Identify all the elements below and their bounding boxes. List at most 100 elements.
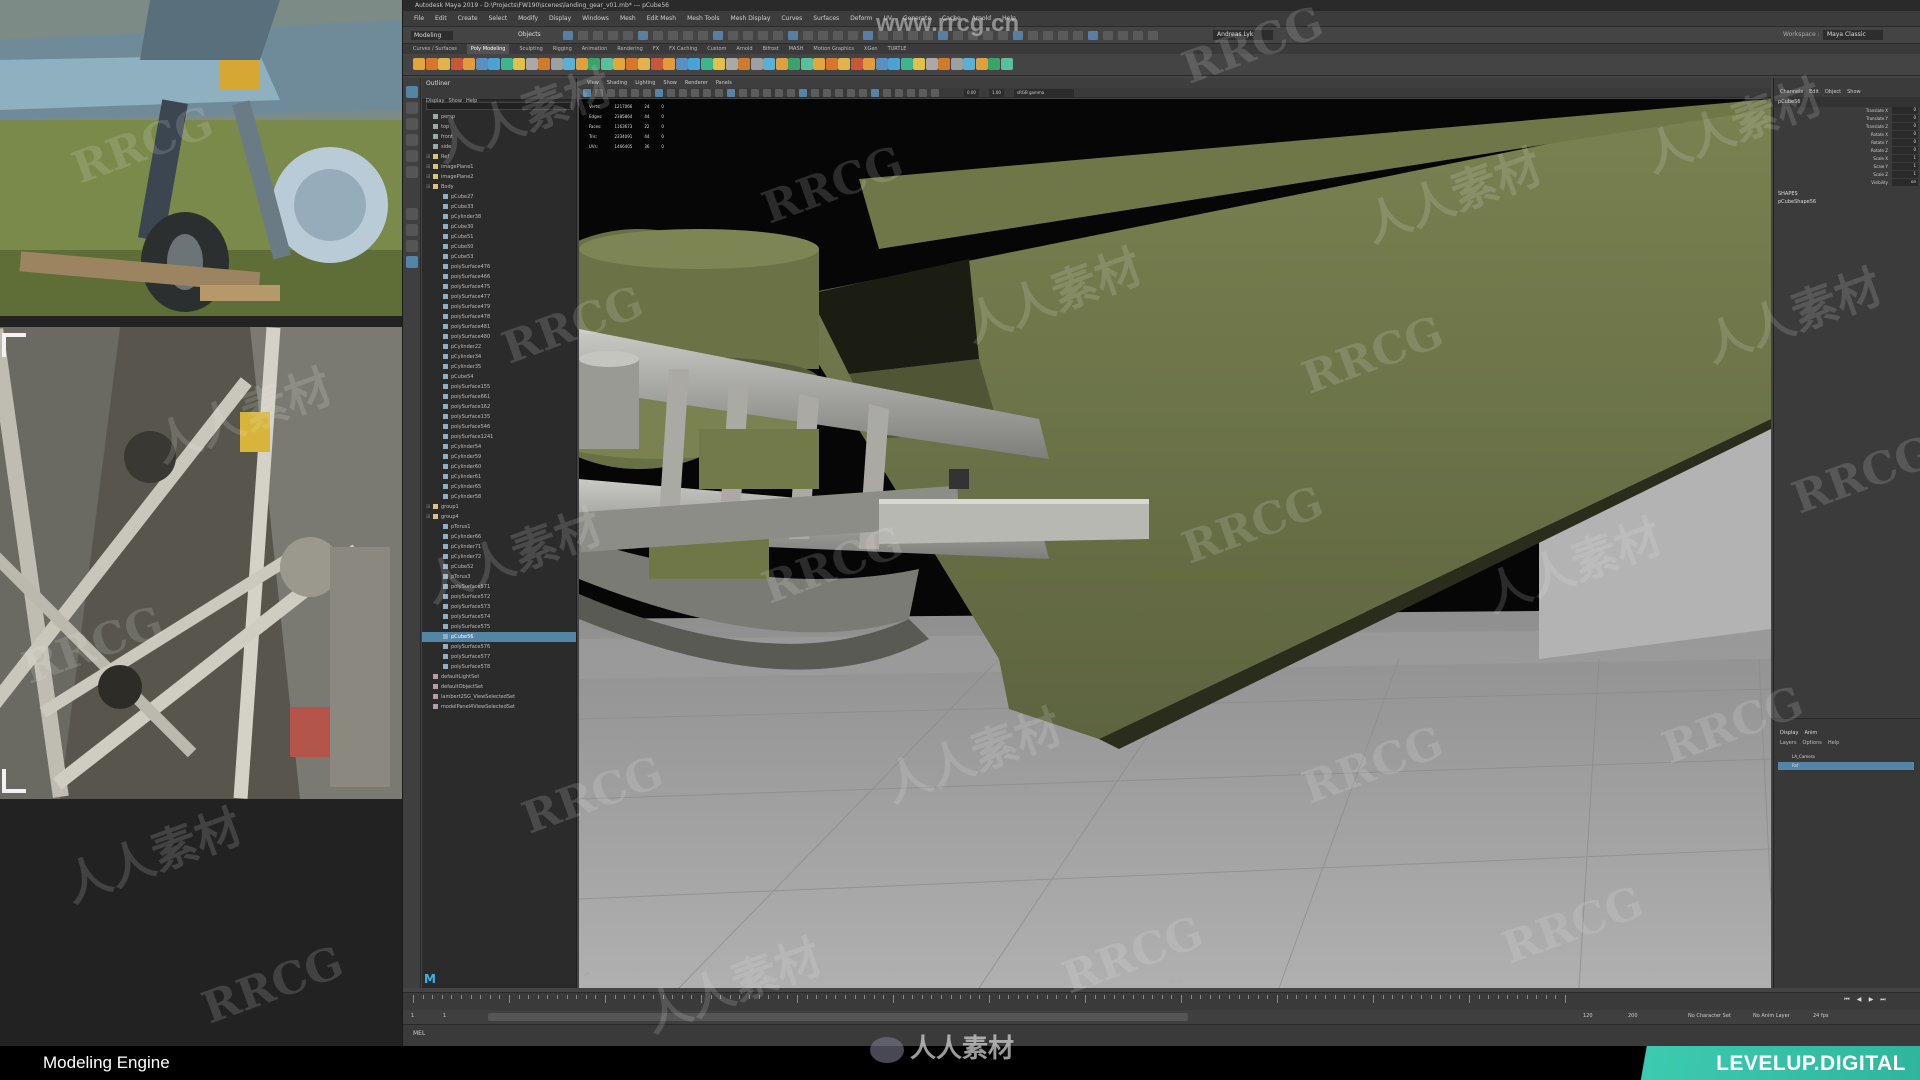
shelf-tool-icon[interactable] [438,58,450,70]
outliner-item[interactable]: persp [422,112,576,122]
viewport-toolbar-icon[interactable] [619,89,627,97]
status-line-tool-icon[interactable] [1103,31,1113,40]
status-line-tool-icon[interactable] [998,31,1008,40]
status-line-tool-icon[interactable] [863,31,873,40]
shelf-tab-curves-surfaces[interactable]: Curves / Surfaces [413,44,457,54]
viewport-toolbar-icon[interactable] [667,89,675,97]
viewport-menu-show[interactable]: Show [663,78,677,88]
channel-value-field[interactable]: 1 [1892,155,1918,162]
shelf-tool-icon[interactable] [525,58,538,70]
channel-tab-object[interactable]: Object [1825,89,1841,95]
shelf-tab-xgen[interactable]: XGen [864,44,878,54]
menu-generate[interactable]: Generate [903,11,931,27]
shelf-tool-icon[interactable] [838,58,850,70]
channel-row[interactable]: Rotate Z 0 [1774,147,1920,155]
shelf-tab-rigging[interactable]: Rigging [553,44,572,54]
gamma-field[interactable]: 1.00 [989,89,1004,97]
play-forward-icon[interactable]: ▶ [1867,996,1875,1004]
outliner-item[interactable]: polySurface135 [422,412,576,422]
layer-row[interactable]: LA_Camera [1778,753,1914,761]
shelf-tool-icon[interactable] [463,58,475,70]
viewport-menu-lighting[interactable]: Lighting [635,78,655,88]
viewport-menu-panels[interactable]: Panels [716,78,732,88]
outliner-item[interactable]: defaultLightSet [422,672,576,682]
channel-tab-show[interactable]: Show [1847,89,1861,95]
status-line-tool-icon[interactable] [653,31,663,40]
status-line-tool-icon[interactable] [713,31,723,40]
outliner-item[interactable]: polySurface1241 [422,432,576,442]
outliner-item[interactable]: polySurface155 [422,382,576,392]
outliner-menu-help[interactable]: Help [466,98,477,104]
viewport-toolbar-icon[interactable] [763,89,771,97]
shelf-tool-icon[interactable] [913,58,925,70]
shelf-tool-icon[interactable] [488,58,500,70]
shelf-tool-icon[interactable] [613,58,625,70]
shelf-tool-icon[interactable] [663,58,675,70]
status-line-tool-icon[interactable] [683,31,693,40]
menu-display[interactable]: Display [549,11,571,27]
outliner-item[interactable]: pCylinder60 [422,462,576,472]
shelf-tool-icon[interactable] [788,58,800,70]
menu-help[interactable]: Help [1002,11,1016,27]
lasso-tool-icon[interactable] [406,102,418,114]
layer-menu-layers[interactable]: Layers [1780,740,1797,746]
objects-label[interactable]: Objects [518,31,541,38]
channel-value-field[interactable]: 0 [1892,147,1918,154]
viewport-toolbar-icon[interactable] [679,89,687,97]
viewport-toolbar-icon[interactable] [691,89,699,97]
range-slider[interactable]: 1 1 120 200 No Character Set No Anim Lay… [403,1010,1920,1024]
scale-tool-icon[interactable] [406,166,418,178]
channel-value-field[interactable]: 0 [1892,123,1918,130]
channel-value-field[interactable]: 0 [1892,139,1918,146]
shelf-tool-icon[interactable] [713,58,725,70]
shelf-tool-icon[interactable] [625,58,638,70]
menu-deform[interactable]: Deform [850,11,872,27]
shelf-tool-icon[interactable] [988,58,1000,70]
shelf-tab-fx[interactable]: FX [653,44,659,54]
3d-viewport[interactable]: Verts: 1217066 24 0 Edges: 2385864 44 0 Faces: 11… [579,99,1771,988]
outliner-item[interactable]: pCube51 [422,232,576,242]
menu-create[interactable]: Create [458,11,478,27]
shelf-tool-icon[interactable] [775,58,788,70]
status-line-tool-icon[interactable] [788,31,798,40]
shelf-tool-icon[interactable] [900,58,913,70]
viewport-toolbar-icon[interactable] [655,89,663,97]
shelf-tool-icon[interactable] [425,58,438,70]
viewport-toolbar-icon[interactable] [787,89,795,97]
shelf-tab-poly-modeling[interactable]: Poly Modeling [466,44,510,54]
shelf-tool-icon[interactable] [825,58,838,70]
range-max-field[interactable]: 200 [1628,1013,1638,1019]
shelf-tool-icon[interactable] [475,58,488,70]
status-line-tool-icon[interactable] [833,31,843,40]
fps-dropdown[interactable]: 24 fps [1813,1013,1829,1019]
expand-arrow-icon[interactable]: ⊞ [426,182,431,192]
status-line-tool-icon[interactable] [1088,31,1098,40]
range-inner-start-field[interactable]: 1 [443,1013,446,1019]
outliner-item[interactable]: ⊞ Ref [422,152,576,162]
outliner-item[interactable]: pCube52 [422,562,576,572]
viewport-toolbar-icon[interactable] [643,89,651,97]
shelf-tab-turtle[interactable]: TURTLE [888,44,907,54]
menu-file[interactable]: File [414,11,424,27]
outliner-item[interactable]: polySurface577 [422,652,576,662]
status-line-tool-icon[interactable] [1073,31,1083,40]
shelf-tool-icon[interactable] [725,58,738,70]
outliner-item[interactable]: defaultObjectSet [422,682,576,692]
outliner-item[interactable]: pCylinder66 [422,532,576,542]
outliner-item[interactable]: polySurface479 [422,302,576,312]
shelf-tool-icon[interactable] [575,58,588,70]
channel-row[interactable]: Translate Y 0 [1774,115,1920,123]
shelf-tool-icon[interactable] [563,58,575,70]
menu-surfaces[interactable]: Surfaces [813,11,839,27]
menu-cache[interactable]: Cache [942,11,961,27]
shelf-tool-icon[interactable] [538,58,550,70]
status-line-tool-icon[interactable] [698,31,708,40]
menu-modify[interactable]: Modify [518,11,538,27]
shelf-tool-icon[interactable] [550,58,563,70]
menu-uv[interactable]: UV [884,11,893,27]
outliner-item[interactable]: front [422,132,576,142]
shelf-tab-custom[interactable]: Custom [707,44,726,54]
outliner-item[interactable]: polySurface477 [422,292,576,302]
status-line-tool-icon[interactable] [668,31,678,40]
mel-label[interactable]: MEL [413,1030,425,1037]
